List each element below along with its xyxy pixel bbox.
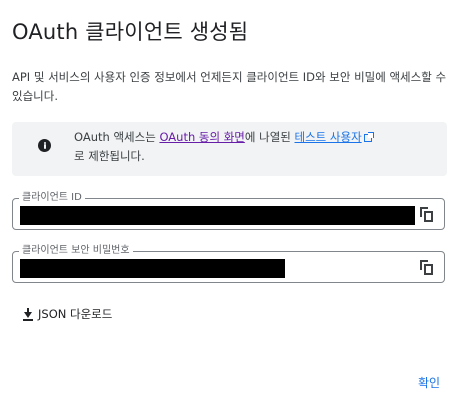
client-secret-value-redacted [20,259,285,278]
client-id-value-redacted [20,206,415,225]
test-users-link[interactable]: 테스트 사용자 [295,130,374,144]
download-icon [22,307,34,321]
client-secret-field[interactable]: 클라이언트 보안 비밀번호 [12,244,445,283]
copy-icon[interactable] [420,207,434,222]
download-json-label: JSON 다운로드 [38,307,113,321]
info-icon [38,139,51,152]
confirm-button[interactable]: 확인 [418,374,440,391]
info-text-after: 로 제한됩니다. [74,149,145,163]
info-text-before: OAuth 액세스는 [74,130,160,144]
info-text-middle: 에 나열된 [244,130,295,144]
open-in-new-icon[interactable] [363,132,374,142]
client-secret-label: 클라이언트 보안 비밀번호 [19,244,133,258]
download-json-button[interactable]: JSON 다운로드 [22,305,112,323]
client-id-label: 클라이언트 ID [19,191,85,205]
info-text: OAuth 액세스는 OAuth 동의 화면에 나열된 테스트 사용자로 제한됩… [74,128,374,166]
client-id-field[interactable]: 클라이언트 ID [12,191,445,230]
test-users-link-label[interactable]: 테스트 사용자 [295,130,362,144]
copy-icon[interactable] [420,260,434,275]
oauth-consent-screen-link[interactable]: OAuth 동의 화면 [159,130,244,144]
info-box: OAuth 액세스는 OAuth 동의 화면에 나열된 테스트 사용자로 제한됩… [12,122,447,176]
dialog-description: API 및 서비스의 사용자 인증 정보에서 언제든지 클라이언트 ID와 보안… [12,70,447,103]
dialog-title: OAuth 클라이언트 생성됨 [12,20,249,44]
